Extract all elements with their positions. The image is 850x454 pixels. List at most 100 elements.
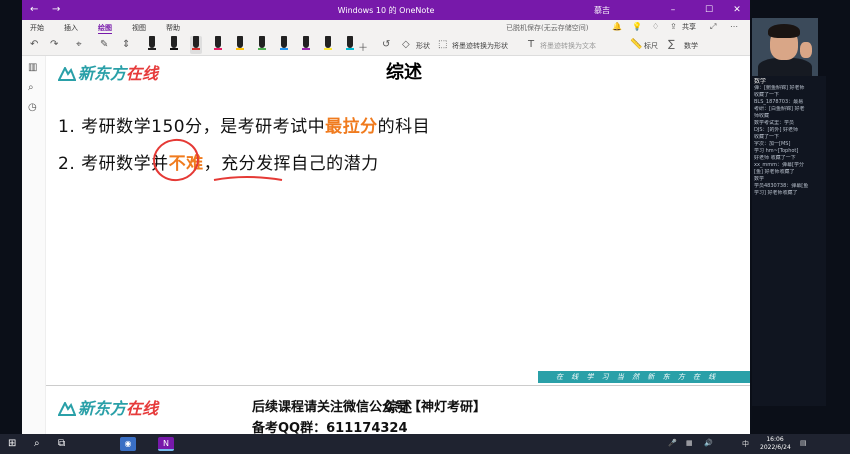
tab-insert[interactable]: 插入 xyxy=(64,23,78,33)
line1-highlight: 最拉分 xyxy=(325,117,378,137)
chat-message: BLS_1878703：最易 xyxy=(754,99,804,105)
teams-app-icon[interactable]: ◉ xyxy=(120,437,136,451)
presenter-hair xyxy=(768,24,800,38)
task-view-icon[interactable]: ⧉ xyxy=(58,438,65,449)
microphone-icon[interactable]: 🎤 xyxy=(668,439,677,447)
clock-date: 2022/6/24 xyxy=(760,444,791,451)
shapes-icon[interactable]: ◇ xyxy=(402,39,410,50)
line2-highlight: 不难 xyxy=(168,154,204,174)
tab-help[interactable]: 帮助 xyxy=(166,23,180,33)
share-icon[interactable]: ⇪ xyxy=(670,22,677,31)
pen-color-swatch xyxy=(302,48,310,50)
pen-tool-9[interactable] xyxy=(322,36,334,54)
maximize-button[interactable]: ☐ xyxy=(702,3,716,17)
search-icon[interactable]: ⌕ xyxy=(28,82,34,93)
pen-tool-5[interactable] xyxy=(234,36,246,54)
eraser-icon[interactable]: ✎ xyxy=(100,39,108,50)
pen-tool-6[interactable] xyxy=(256,36,268,54)
pen-tool-7[interactable] xyxy=(278,36,290,54)
ink-to-shape-icon[interactable]: ⬚ xyxy=(438,39,447,50)
user-name[interactable]: 慕吉 xyxy=(594,5,610,16)
pen-tool-4[interactable] xyxy=(212,36,224,54)
volume-icon[interactable]: 🔊 xyxy=(704,439,713,447)
expand-icon[interactable]: ⤢ xyxy=(710,22,716,32)
chat-message: 好老师 收藏了一下 xyxy=(754,155,796,161)
system-clock[interactable]: 16:06 2022/6/24 xyxy=(760,436,791,452)
window-title: Windows 10 的 OneNote xyxy=(337,6,435,15)
recent-icon[interactable]: ◷ xyxy=(28,102,37,113)
pen-body xyxy=(237,36,243,48)
shapes-label[interactable]: 形状 xyxy=(416,41,430,51)
pen-body xyxy=(325,36,331,48)
pen-body xyxy=(193,36,199,48)
ink-to-shape-button[interactable]: 将墨迹转换为形状 xyxy=(452,41,508,51)
onenote-app-icon[interactable]: N xyxy=(158,437,174,451)
undo-icon[interactable]: ↶ xyxy=(30,39,38,50)
pen-tool-8[interactable] xyxy=(300,36,312,54)
add-space-icon[interactable]: ⇕ xyxy=(122,39,130,50)
pen-body xyxy=(149,36,155,48)
notification-icon[interactable]: ♢ xyxy=(652,22,659,31)
ribbon-tabs: 开始 插入 绘图 视图 帮助 已脱机保存(无云存储空间) 🔔 💡 ♢ ⇪ 共享 … xyxy=(22,20,750,34)
network-icon[interactable]: ▦ xyxy=(686,439,693,447)
chat-message: 字次：加一[MS] xyxy=(754,141,791,147)
minimize-button[interactable]: – xyxy=(666,3,680,17)
webcam-feed xyxy=(752,18,818,76)
math-icon[interactable]: ∑ xyxy=(668,39,675,50)
brand-text-prefix: 新东方 xyxy=(78,64,127,83)
footer-qq-group: 备考QQ群：611174324 xyxy=(252,421,408,434)
line1-text: 1. 考研数学150分，是考研考试中 xyxy=(58,117,326,137)
pen-tool-10[interactable] xyxy=(344,36,356,54)
ruler-button[interactable]: 标尺 xyxy=(644,41,658,51)
pen-body xyxy=(215,36,221,48)
lasso-select-icon[interactable]: ⌖ xyxy=(76,39,82,50)
chat-header: 数学 xyxy=(754,78,767,85)
ink-replay-icon[interactable]: ↺ xyxy=(382,39,390,50)
close-button[interactable]: ✕ xyxy=(730,3,744,17)
sync-status: 已脱机保存(无云存储空间) xyxy=(506,24,589,32)
chat-message: 学员4830738：弹幕[鱼 xyxy=(754,183,809,189)
more-icon[interactable]: ⋯ xyxy=(730,22,738,31)
pen-tool-1[interactable] xyxy=(146,36,158,54)
tab-draw[interactable]: 绘图 xyxy=(98,23,112,34)
pen-tool-3[interactable] xyxy=(190,36,202,54)
notifications-icon[interactable]: ▤ xyxy=(800,439,807,447)
presenter-hand xyxy=(800,42,812,58)
ink-to-text-button[interactable]: 将墨迹转换为文本 xyxy=(540,41,596,51)
draw-toolbar: ↶ ↷ ⌖ ✎ ⇕ ＋ ↺ ◇ 形状 ⬚ 将墨迹转换为形状 T 将墨迹转换为文本… xyxy=(22,34,750,56)
ruler-icon[interactable]: 📏 xyxy=(630,39,642,50)
pen-tool-2[interactable] xyxy=(168,36,180,54)
page-title: 综述 xyxy=(386,62,422,83)
pen-color-swatch xyxy=(346,48,354,50)
lightbulb-icon[interactable]: 💡 xyxy=(632,22,642,31)
right-edge-strip xyxy=(826,0,850,434)
bell-icon[interactable]: 🔔 xyxy=(612,22,622,31)
search-icon-taskbar[interactable]: ⌕ xyxy=(34,438,40,449)
pen-body xyxy=(303,36,309,48)
tab-home[interactable]: 开始 xyxy=(30,23,44,33)
chat-message: [鱼] 好老师收藏了 xyxy=(754,169,795,175)
redo-icon[interactable]: ↷ xyxy=(50,39,58,50)
pen-color-swatch xyxy=(236,48,244,50)
windows-start-icon[interactable]: ⊞ xyxy=(8,438,16,449)
math-button[interactable]: 数学 xyxy=(684,41,698,51)
tab-view[interactable]: 视图 xyxy=(132,23,146,33)
pen-body xyxy=(259,36,265,48)
ime-indicator[interactable]: 中 xyxy=(742,439,749,449)
pen-color-swatch xyxy=(148,48,156,50)
chat-message: 学习 hm~[Tophot] xyxy=(754,148,799,154)
share-button[interactable]: 共享 xyxy=(682,22,696,32)
content-line-1: 1. 考研数学150分，是考研考试中最拉分的科目 xyxy=(58,112,430,137)
pen-body xyxy=(281,36,287,48)
notebooks-icon[interactable]: ▥ xyxy=(28,62,37,73)
chat-message: 数学 xyxy=(754,176,765,182)
pen-color-swatch xyxy=(258,48,266,50)
note-page[interactable]: 新东方在线 综述 1. 考研数学150分，是考研考试中最拉分的科目 2. 考研数… xyxy=(46,56,750,434)
add-pen-icon[interactable]: ＋ xyxy=(358,39,368,54)
footer-overlay-title: 综述 xyxy=(384,400,412,416)
brand-logo: 新东方在线 xyxy=(58,60,158,84)
ink-to-text-icon[interactable]: T xyxy=(528,39,534,50)
title-bar: ← → Windows 10 的 OneNote 慕吉 – ☐ ✕ xyxy=(22,0,750,20)
pen-color-swatch xyxy=(280,48,288,50)
pen-color-swatch xyxy=(192,48,200,50)
